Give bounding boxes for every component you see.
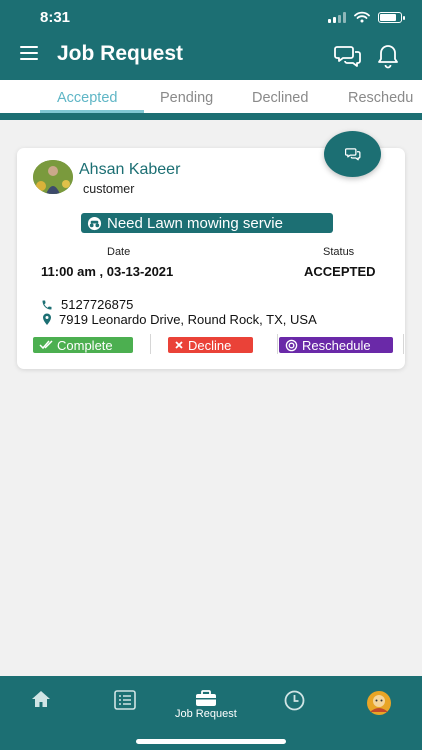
- lawn-mower-icon: [87, 216, 102, 230]
- briefcase-icon: [195, 690, 216, 706]
- chat-icon: [344, 148, 360, 161]
- battery-icon: [378, 11, 405, 23]
- customer-role: customer: [83, 182, 135, 196]
- reschedule-button-label: Reschedule: [302, 337, 371, 353]
- tab-accepted[interactable]: Accepted: [57, 90, 117, 106]
- nav-history[interactable]: [284, 690, 305, 711]
- job-request-card[interactable]: Ahsan Kabeer customer Need Lawn mowing s…: [17, 148, 405, 369]
- app-header: 8:31 Job Request: [0, 0, 422, 80]
- wifi-icon: [354, 11, 370, 23]
- status-icons: [328, 11, 405, 23]
- home-icon: [32, 691, 50, 707]
- action-divider: [277, 334, 278, 354]
- decline-button-label: Decline: [188, 337, 232, 353]
- address-row: 7919 Leonardo Drive, Round Rock, TX, USA: [41, 312, 317, 327]
- tab-pending[interactable]: Pending: [160, 90, 213, 106]
- home-indicator: [136, 739, 286, 744]
- nav-profile[interactable]: [366, 690, 392, 716]
- phone-row[interactable]: 5127726875: [41, 297, 133, 312]
- customer-name: Ahsan Kabeer: [79, 161, 181, 178]
- clock-icon: [284, 690, 305, 711]
- location-pin-icon: [43, 313, 51, 325]
- cellular-signal-icon: [328, 11, 346, 23]
- customer-avatar: [33, 160, 73, 194]
- menu-icon[interactable]: [20, 46, 38, 60]
- profile-avatar-icon: [367, 691, 391, 715]
- date-label: Date: [107, 246, 131, 258]
- complete-button-label: Complete: [57, 337, 113, 353]
- service-title: Need Lawn mowing servie: [107, 214, 283, 232]
- nav-list[interactable]: [114, 690, 136, 710]
- nav-job-request-label: Job Request: [175, 708, 237, 720]
- list-icon: [114, 690, 136, 710]
- nav-home[interactable]: [31, 690, 51, 708]
- customer-address: 7919 Leonardo Drive, Round Rock, TX, USA: [59, 312, 317, 327]
- double-check-icon: [39, 340, 53, 350]
- status-time: 8:31: [40, 9, 71, 26]
- chat-icon[interactable]: [334, 44, 362, 68]
- complete-button[interactable]: Complete: [33, 337, 133, 353]
- appointment-datetime: 11:00 am , 03-13-2021: [41, 264, 174, 279]
- reschedule-icon: [285, 339, 298, 351]
- customer-phone: 5127726875: [61, 297, 134, 312]
- tab-rescheduled[interactable]: Reschedu: [348, 90, 413, 106]
- nav-job-request[interactable]: Job Request: [175, 690, 237, 720]
- status-label: Status: [323, 246, 355, 258]
- phone-icon: [42, 300, 52, 309]
- action-divider: [150, 334, 151, 354]
- job-status-value: ACCEPTED: [304, 264, 376, 279]
- close-icon: [175, 341, 183, 349]
- decline-button[interactable]: Decline: [168, 337, 253, 353]
- tabs-divider: [0, 113, 422, 120]
- chat-fab-button[interactable]: [324, 131, 381, 177]
- action-divider: [403, 334, 404, 354]
- service-title-badge: Need Lawn mowing servie: [81, 213, 333, 233]
- job-status-tabs: Accepted Pending Declined Reschedu: [0, 80, 422, 113]
- page-title: Job Request: [57, 42, 184, 65]
- bell-icon[interactable]: [376, 43, 400, 69]
- reschedule-button[interactable]: Reschedule: [279, 337, 393, 353]
- tab-declined[interactable]: Declined: [252, 90, 308, 106]
